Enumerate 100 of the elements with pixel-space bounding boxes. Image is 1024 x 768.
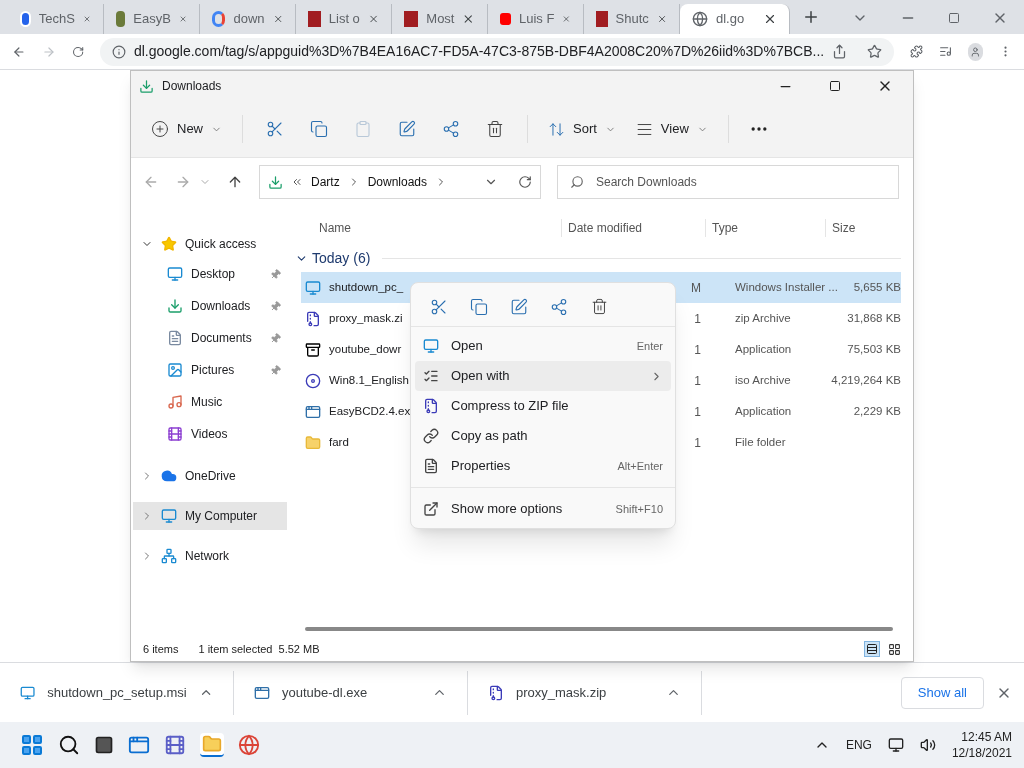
- task-view-icon[interactable]: [94, 735, 114, 755]
- new-button[interactable]: New: [143, 111, 230, 147]
- bookmark-icon[interactable]: [867, 44, 883, 59]
- tab-title: Most: [426, 10, 455, 29]
- zip-file-icon: [488, 684, 504, 701]
- file-name[interactable]: proxy_mask.zi: [329, 309, 403, 328]
- share-icon[interactable]: [832, 44, 848, 59]
- show-all-button[interactable]: Show all: [900, 676, 984, 709]
- star-icon: [161, 236, 177, 252]
- menu-item[interactable]: Show more options Shift+F10: [415, 494, 671, 524]
- document-icon: [167, 330, 183, 346]
- nav-item[interactable]: Downloads: [131, 290, 289, 322]
- column-header[interactable]: Date modified: [561, 219, 705, 237]
- network-icon[interactable]: [887, 737, 904, 753]
- double-chevron-icon[interactable]: [291, 176, 303, 188]
- clock[interactable]: 12:45 AM 12/18/2021: [951, 729, 1012, 761]
- file-name[interactable]: youtube_dowr: [329, 340, 402, 359]
- maximize-icon[interactable]: [829, 80, 841, 92]
- volume-icon[interactable]: [919, 737, 936, 753]
- nav-item[interactable]: OneDrive: [133, 462, 287, 490]
- view-button[interactable]: View: [627, 111, 716, 147]
- item-count: 6 items: [143, 641, 179, 657]
- up-icon[interactable]: [227, 174, 243, 190]
- download-item[interactable]: shutdown_pc_setup.msi: [0, 670, 234, 715]
- shortcut-text: Shift+F10: [615, 501, 663, 517]
- zip-file-icon: [305, 310, 321, 327]
- start-icon[interactable]: [20, 733, 44, 757]
- refresh-icon[interactable]: [518, 175, 532, 189]
- installer-icon: [20, 684, 36, 701]
- path-icon: [423, 428, 439, 444]
- breadcrumb-item[interactable]: Downloads: [367, 173, 428, 191]
- browser-icon[interactable]: [238, 734, 260, 756]
- extensions-icon[interactable]: [910, 43, 924, 60]
- file-name[interactable]: EasyBCD2.4.ex: [329, 402, 411, 421]
- sort-button[interactable]: Sort: [540, 111, 624, 147]
- rename-icon: [398, 120, 416, 138]
- tiles-view-icon[interactable]: [888, 642, 901, 656]
- scissors-icon: [430, 297, 448, 316]
- new-tab-icon[interactable]: [802, 8, 820, 26]
- nav-item[interactable]: Music: [131, 386, 289, 418]
- nav-item[interactable]: Network: [133, 542, 287, 570]
- scissors-icon: [266, 120, 284, 138]
- type-cell: zip Archive: [735, 312, 791, 325]
- cloud-icon: [161, 468, 177, 484]
- computer-icon: [161, 508, 177, 524]
- address-field[interactable]: dl.google.com/tag/s/appguid%3D%7B4EA16AC7-FD5A-47C3-875B-DBF4A2008C20%7D%26iid%3D%7BCB...: [99, 37, 895, 66]
- download-icon: [139, 78, 154, 94]
- search-icon[interactable]: [58, 734, 80, 756]
- search-field[interactable]: Search Downloads: [557, 165, 899, 199]
- shortcut-text: Enter: [636, 338, 663, 354]
- column-header[interactable]: Size: [825, 219, 895, 237]
- shortcut-text: Alt+Enter: [617, 458, 663, 474]
- restore-icon[interactable]: [948, 12, 960, 24]
- nav-item[interactable]: My Computer: [133, 502, 287, 530]
- nav-item[interactable]: Videos: [131, 418, 289, 450]
- menu-item[interactable]: Compress to ZIP file: [415, 391, 671, 421]
- folder-icon: [305, 434, 321, 451]
- trash-icon: [590, 298, 608, 315]
- close-tab-icon[interactable]: [462, 12, 475, 26]
- menu-item[interactable]: Copy as path: [415, 421, 671, 451]
- profile-icon[interactable]: [968, 42, 983, 61]
- file-name[interactable]: shutdown_pc_: [329, 278, 404, 297]
- size-cell-text: 5,655 KB: [853, 279, 901, 295]
- download-item[interactable]: youtube-dl.exe: [234, 670, 468, 715]
- application-icon: [305, 403, 321, 420]
- size-cell-text: 4,219,264 KB: [831, 372, 901, 388]
- download-item[interactable]: proxy_mask.zip: [468, 670, 702, 715]
- breadcrumb-item[interactable]: Dartz: [311, 173, 340, 191]
- language-indicator[interactable]: ENG: [845, 736, 872, 754]
- group-header[interactable]: Today (6): [289, 244, 901, 272]
- nav-item[interactable]: Quick access: [133, 230, 287, 258]
- plus-icon: [151, 120, 169, 138]
- date-cell-text: 1: [694, 372, 701, 390]
- file-name[interactable]: fard: [329, 433, 349, 452]
- type-cell: File folder: [735, 436, 786, 449]
- nav-item[interactable]: Documents: [131, 322, 289, 354]
- share-icon: [442, 120, 460, 138]
- column-header[interactable]: Name: [289, 219, 561, 237]
- clipboard-icon: [354, 120, 372, 138]
- horizontal-scrollbar[interactable]: [305, 627, 893, 631]
- details-view-icon[interactable]: [864, 641, 880, 657]
- tab-favicon-icon: [500, 13, 511, 25]
- tab-favicon-icon: [596, 11, 608, 27]
- tab-title: TechS: [38, 10, 75, 29]
- trash-icon: [486, 120, 504, 138]
- nav-item[interactable]: Desktop: [131, 258, 289, 290]
- file-explorer-icon[interactable]: [200, 733, 224, 757]
- menu-item[interactable]: Properties Alt+Enter: [415, 451, 671, 481]
- file-name[interactable]: Win8.1_English: [329, 371, 409, 390]
- column-header[interactable]: Type: [705, 219, 825, 237]
- close-tab-icon[interactable]: [763, 12, 777, 26]
- nav-item[interactable]: Pictures: [131, 354, 289, 386]
- menu-item[interactable]: Open with: [415, 361, 671, 391]
- widgets-icon[interactable]: [128, 734, 150, 756]
- tab-favicon-icon: [308, 11, 321, 27]
- menu-item[interactable]: Open Enter: [415, 331, 671, 361]
- browser-tab[interactable]: dl.go: [680, 4, 790, 34]
- installer-icon: [423, 338, 439, 354]
- address-bar[interactable]: Dartz Downloads: [259, 165, 541, 199]
- share-icon: [550, 297, 568, 316]
